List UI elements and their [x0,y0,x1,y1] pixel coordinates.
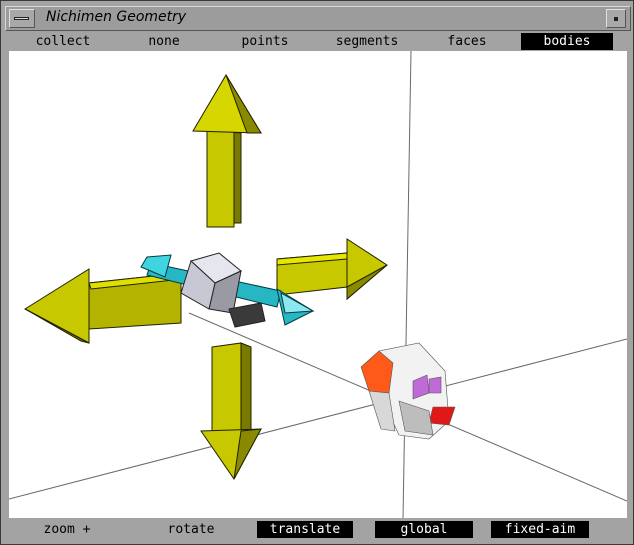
vertical-axis-line [402,51,412,518]
faces-button[interactable]: faces [421,33,513,50]
title-bar[interactable]: Nichimen Geometry [5,6,631,31]
scene-canvas[interactable] [9,51,627,518]
translate-button[interactable]: translate [257,521,353,538]
menu-bar-icon [14,17,29,20]
bodies-button[interactable]: bodies [521,33,613,50]
left-arrow-handle[interactable] [24,268,184,344]
rotate-button[interactable]: rotate [143,521,239,538]
right-arrow-handle[interactable] [276,238,388,301]
global-button[interactable]: global [375,521,473,538]
application-window: Nichimen Geometry collect none points se… [0,0,634,545]
clown-head-model[interactable] [360,342,456,440]
3d-viewport[interactable] [9,51,627,518]
minimize-button[interactable] [606,9,626,28]
minimize-icon [614,17,618,21]
zoom-button[interactable]: zoom + [21,521,113,538]
up-arrow-handle[interactable] [192,74,262,228]
window-title: Nichimen Geometry [46,9,187,25]
horizontal-axis-line [9,338,627,500]
down-arrow-handle[interactable] [200,342,262,480]
points-button[interactable]: points [219,33,311,50]
none-button[interactable]: none [123,33,205,50]
segments-button[interactable]: segments [321,33,413,50]
fixed-aim-button[interactable]: fixed-aim [491,521,589,538]
selection-toolbar: collect none points segments faces bodie… [7,33,627,50]
mode-toolbar: zoom + rotate translate global fixed-aim [7,521,627,538]
collect-button[interactable]: collect [17,33,109,50]
window-menu-button[interactable] [9,9,35,28]
